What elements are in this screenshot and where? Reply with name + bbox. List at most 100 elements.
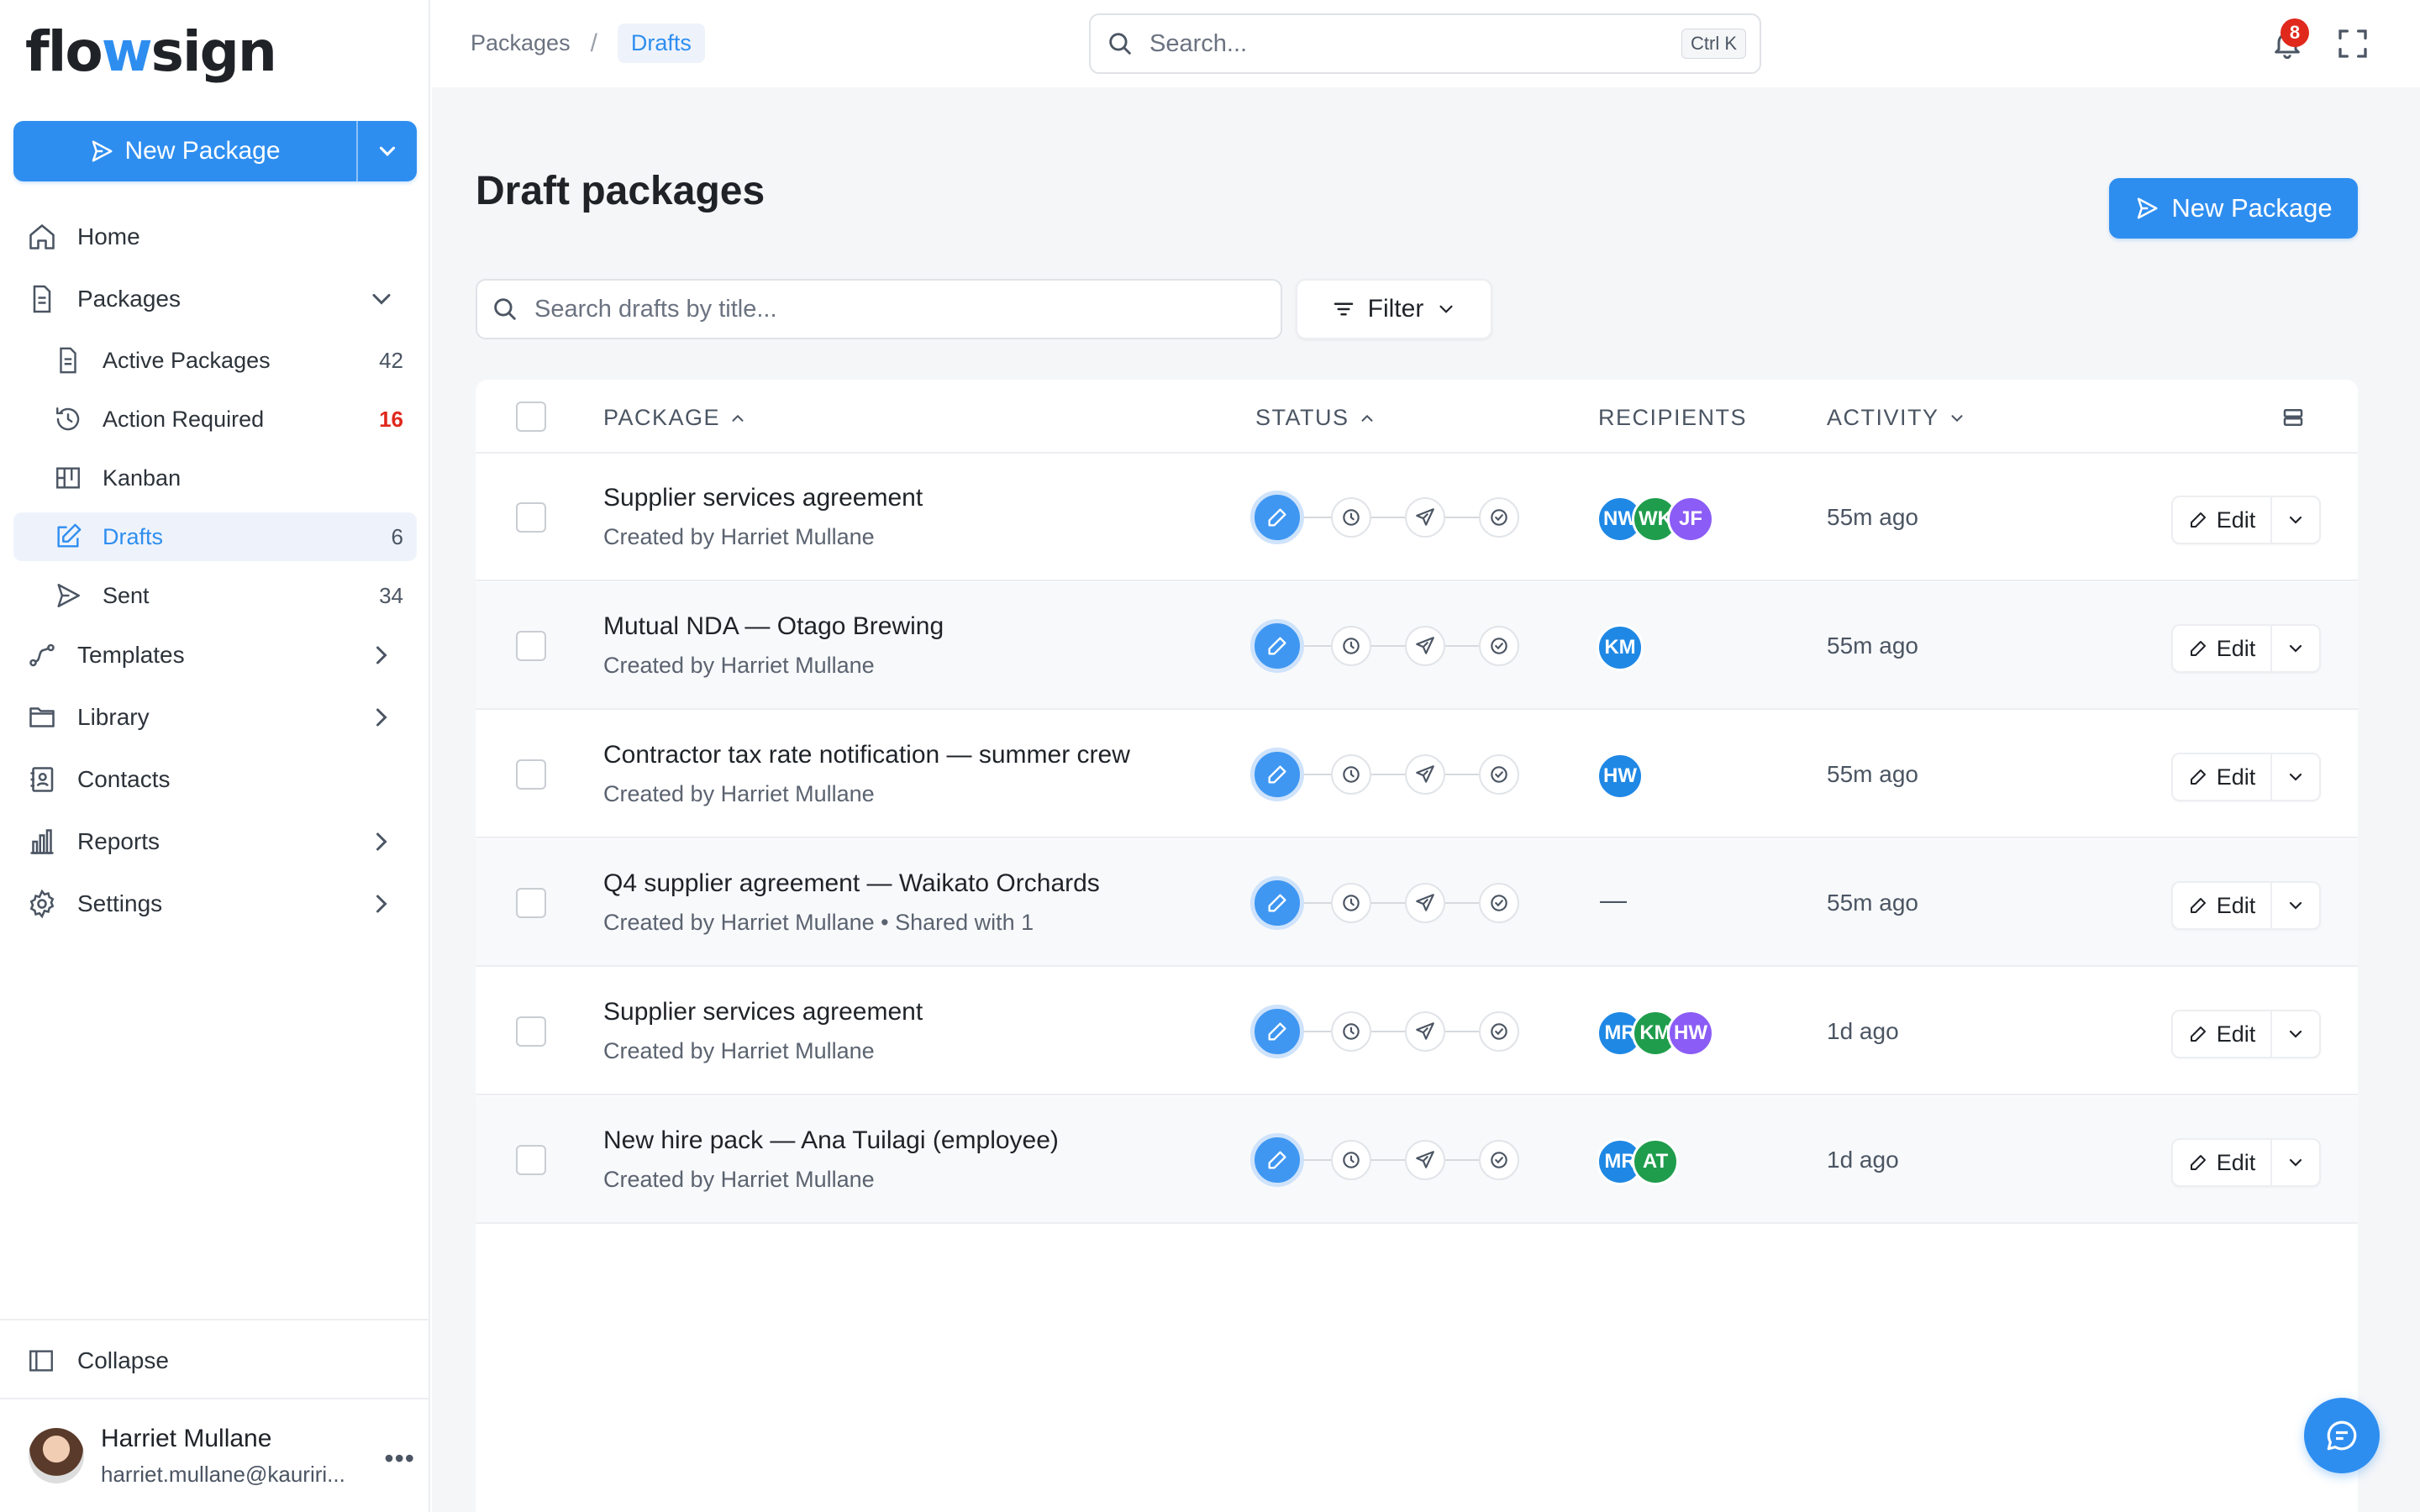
step-pending bbox=[1331, 497, 1371, 538]
activity-time: 55m ago bbox=[1827, 504, 1918, 530]
table-row[interactable]: Mutual NDA — Otago Brewing Created by Ha… bbox=[476, 582, 2358, 710]
edit-button[interactable]: Edit bbox=[2173, 1011, 2270, 1057]
edit-button[interactable]: Edit bbox=[2173, 754, 2270, 800]
recipient-avatar[interactable]: HW bbox=[1597, 753, 1644, 800]
drafts-search-input[interactable]: Search drafts by title... bbox=[476, 279, 1282, 339]
edit-label: Edit bbox=[2216, 1149, 2256, 1175]
step-draft bbox=[1250, 876, 1304, 930]
step-sent bbox=[1405, 626, 1445, 666]
sidebar-item-reports[interactable]: Reports bbox=[13, 816, 417, 867]
row-actions-toggle[interactable] bbox=[2270, 626, 2319, 671]
sidebar-item-active-packages[interactable]: Active Packages 42 bbox=[13, 336, 417, 385]
step-draft bbox=[1250, 491, 1304, 544]
column-activity[interactable]: ACTIVITY bbox=[1827, 405, 1966, 431]
sidebar-item-kanban[interactable]: Kanban bbox=[13, 454, 417, 502]
row-actions-toggle[interactable] bbox=[2270, 1011, 2319, 1057]
sidebar-item-contacts[interactable]: Contacts bbox=[13, 754, 417, 805]
package-title[interactable]: Supplier services agreement bbox=[603, 998, 923, 1026]
clock-icon bbox=[1343, 895, 1360, 911]
step-pending bbox=[1331, 883, 1371, 923]
item-count: 34 bbox=[379, 582, 403, 608]
breadcrumb: Packages / Drafts bbox=[471, 24, 705, 63]
package-title[interactable]: New hire pack — Ana Tuilagi (employee) bbox=[603, 1126, 1059, 1155]
package-title[interactable]: Mutual NDA — Otago Brewing bbox=[603, 612, 944, 641]
send-icon bbox=[1416, 1151, 1434, 1168]
stepper-line bbox=[1276, 902, 1511, 904]
logo-text-w: w bbox=[101, 19, 153, 84]
step-draft bbox=[1250, 748, 1304, 801]
recipient-avatar[interactable]: AT bbox=[1632, 1138, 1679, 1185]
sidebar-item-packages[interactable]: Packages bbox=[13, 274, 417, 324]
package-title[interactable]: Supplier services agreement bbox=[603, 484, 923, 512]
global-search-input[interactable]: Search... Ctrl K bbox=[1089, 13, 1761, 74]
row-checkbox[interactable] bbox=[516, 888, 546, 918]
row-actions-toggle[interactable] bbox=[2270, 497, 2319, 543]
step-pending bbox=[1331, 1140, 1371, 1180]
filter-button[interactable]: Filter bbox=[1296, 279, 1492, 339]
chevron-down-icon bbox=[2289, 1158, 2302, 1167]
select-all-checkbox[interactable] bbox=[516, 402, 546, 432]
step-sent bbox=[1405, 1011, 1445, 1052]
fullscreen-icon[interactable] bbox=[2336, 27, 2370, 60]
recipient-avatars: KM bbox=[1597, 624, 1644, 671]
sidebar-item-settings[interactable]: Settings bbox=[13, 879, 417, 929]
app-logo[interactable]: flowsign bbox=[25, 18, 277, 86]
edit-button[interactable]: Edit bbox=[2173, 883, 2270, 928]
table-row[interactable]: Q4 supplier agreement — Waikato Orchards… bbox=[476, 839, 2358, 967]
step-draft bbox=[1250, 1133, 1304, 1187]
new-package-label: New Package bbox=[2171, 193, 2333, 223]
step-complete bbox=[1479, 883, 1519, 923]
new-package-menu-toggle[interactable] bbox=[356, 121, 417, 181]
sidebar-item-sent[interactable]: Sent 34 bbox=[13, 571, 417, 620]
sidebar-item-action-required[interactable]: Action Required 16 bbox=[13, 395, 417, 444]
table-row[interactable]: New hire pack — Ana Tuilagi (employee) C… bbox=[476, 1096, 2358, 1224]
sidebar-item-label: Active Packages bbox=[103, 347, 271, 373]
edit-button[interactable]: Edit bbox=[2173, 497, 2270, 543]
row-checkbox[interactable] bbox=[516, 759, 546, 790]
package-title[interactable]: Q4 supplier agreement — Waikato Orchards bbox=[603, 869, 1100, 898]
document-icon bbox=[60, 347, 76, 374]
breadcrumb-packages[interactable]: Packages bbox=[471, 30, 571, 56]
search-icon bbox=[1109, 33, 1131, 55]
row-checkbox[interactable] bbox=[516, 502, 546, 533]
user-profile[interactable]: Harriet Mullane harriet.mullane@kauriri.… bbox=[29, 1425, 415, 1492]
row-density-icon[interactable] bbox=[2281, 405, 2306, 430]
package-title[interactable]: Contractor tax rate notification — summe… bbox=[603, 741, 1130, 769]
row-actions-toggle[interactable] bbox=[2270, 754, 2319, 800]
sidebar-item-library[interactable]: Library bbox=[13, 692, 417, 743]
row-checkbox[interactable] bbox=[516, 1016, 546, 1047]
user-name: Harriet Mullane bbox=[101, 1425, 272, 1452]
status-stepper bbox=[1250, 876, 1536, 930]
package-meta: Created by Harriet Mullane bbox=[603, 524, 875, 549]
sidebar-item-templates[interactable]: Templates bbox=[13, 630, 417, 680]
table-row[interactable]: Supplier services agreement Created by H… bbox=[476, 968, 2358, 1095]
edit-label: Edit bbox=[2216, 764, 2256, 790]
table-row[interactable]: Contractor tax rate notification — summe… bbox=[476, 711, 2358, 838]
recipient-avatar[interactable]: KM bbox=[1597, 624, 1644, 671]
row-actions-toggle[interactable] bbox=[2270, 1140, 2319, 1185]
column-package[interactable]: PACKAGE bbox=[603, 405, 747, 431]
chevron-right-icon bbox=[376, 646, 387, 664]
edit-button[interactable]: Edit bbox=[2173, 1140, 2270, 1185]
row-checkbox[interactable] bbox=[516, 1145, 546, 1175]
sidebar-item-home[interactable]: Home bbox=[13, 212, 417, 262]
recipient-avatars: NW WK JF bbox=[1597, 496, 1714, 543]
table-row[interactable]: Supplier services agreement Created by H… bbox=[476, 454, 2358, 581]
status-stepper bbox=[1250, 748, 1536, 801]
row-actions-toggle[interactable] bbox=[2270, 883, 2319, 928]
row-checkbox[interactable] bbox=[516, 631, 546, 661]
recipient-avatar[interactable]: HW bbox=[1667, 1010, 1714, 1057]
column-status[interactable]: STATUS bbox=[1255, 405, 1376, 431]
new-package-button[interactable]: New Package bbox=[2109, 178, 2358, 239]
recipient-avatar[interactable]: JF bbox=[1667, 496, 1714, 543]
edit-button[interactable]: Edit bbox=[2173, 626, 2270, 671]
more-options-icon[interactable]: ••• bbox=[384, 1443, 415, 1474]
history-icon bbox=[56, 407, 80, 431]
sidebar-new-package-button[interactable]: New Package bbox=[13, 121, 356, 181]
bar-chart-icon bbox=[30, 829, 54, 854]
sort-up-icon bbox=[732, 414, 744, 422]
send-icon bbox=[2138, 197, 2158, 219]
chat-button[interactable] bbox=[2304, 1398, 2380, 1473]
collapse-sidebar-button[interactable]: Collapse bbox=[27, 1341, 169, 1381]
sidebar-item-drafts[interactable]: Drafts 6 bbox=[13, 512, 417, 561]
